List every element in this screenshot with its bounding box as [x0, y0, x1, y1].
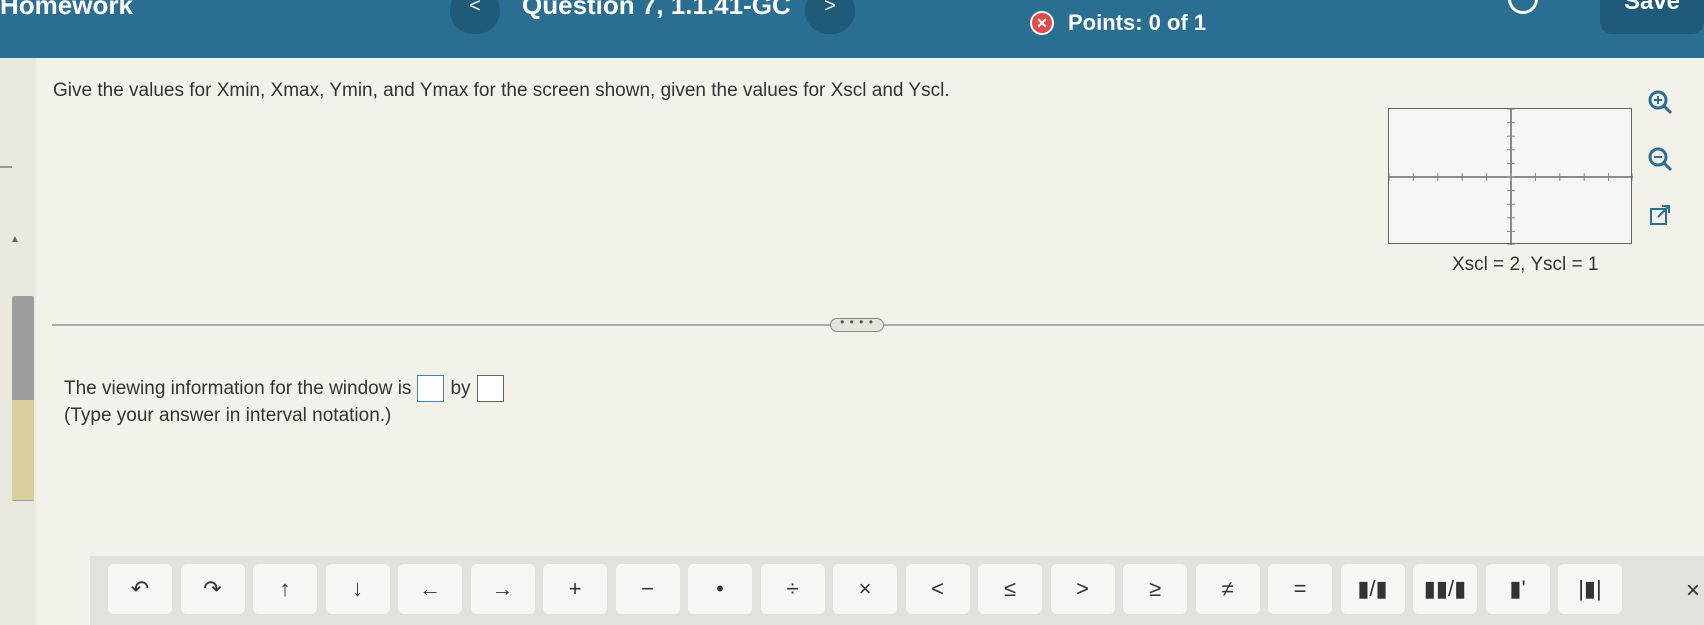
- left-arrow-button[interactable]: ←: [398, 564, 462, 614]
- external-link-icon: [1650, 205, 1670, 225]
- close-toolbar-icon[interactable]: ×: [1686, 577, 1700, 605]
- zoom-in-button[interactable]: [1642, 84, 1678, 120]
- save-button[interactable]: Save: [1600, 0, 1704, 34]
- not-equal-button[interactable]: ≠: [1195, 564, 1260, 614]
- answer-lead-text: The viewing information for the window i…: [64, 377, 412, 399]
- zoom-out-button[interactable]: [1642, 141, 1678, 177]
- y-interval-input[interactable]: [476, 375, 504, 402]
- answer-row: The viewing information for the window i…: [64, 375, 510, 402]
- fraction-button[interactable]: ▮/▮: [1340, 564, 1405, 614]
- down-arrow-button[interactable]: ↓: [325, 564, 390, 614]
- resize-handle[interactable]: • • • •: [830, 316, 884, 332]
- divide-button[interactable]: ÷: [760, 564, 825, 614]
- rail-divider: [0, 166, 12, 168]
- next-question-button[interactable]: >: [805, 0, 855, 34]
- times-button[interactable]: ×: [833, 564, 897, 614]
- scale-label: Xscl = 2, Yscl = 1: [1452, 254, 1599, 275]
- x-interval-input[interactable]: [417, 375, 445, 402]
- dot-button[interactable]: •: [688, 564, 752, 614]
- collapse-arrow-icon[interactable]: ▲: [10, 234, 20, 245]
- by-label: by: [450, 377, 471, 399]
- greater-equal-button[interactable]: ≥: [1123, 564, 1187, 614]
- previous-question-button[interactable]: <: [450, 0, 500, 34]
- exponent-button[interactable]: ▮': [1485, 564, 1550, 614]
- answer-hint: (Type your answer in interval notation.): [64, 405, 392, 426]
- zoom-in-icon: [1648, 90, 1673, 115]
- incorrect-icon: ✕: [1030, 11, 1054, 35]
- absolute-value-button[interactable]: |▮|: [1558, 564, 1622, 614]
- mixed-number-button[interactable]: ▮▮/▮: [1413, 564, 1477, 614]
- points-label: Points: 0 of 1: [1068, 10, 1207, 35]
- less-equal-button[interactable]: ≤: [978, 564, 1042, 614]
- zoom-out-icon: [1648, 147, 1673, 172]
- points-status: ✕ Points: 0 of 1: [1030, 10, 1206, 36]
- scroll-highlight: [12, 400, 34, 500]
- chevron-right-icon: >: [824, 0, 836, 17]
- settings-icon[interactable]: [1508, 0, 1538, 14]
- question-prompt: Give the values for Xmin, Xmax, Ymin, an…: [53, 80, 950, 101]
- redo-button[interactable]: ↷: [180, 564, 245, 614]
- app-title: Homework: [0, 0, 133, 20]
- equals-button[interactable]: =: [1268, 564, 1332, 614]
- chevron-left-icon: <: [469, 0, 481, 17]
- minus-button[interactable]: −: [615, 564, 680, 614]
- graph-axes: [1389, 109, 1633, 245]
- question-title: Question 7, 1.1.41-GC: [522, 0, 791, 20]
- plus-button[interactable]: +: [543, 564, 607, 614]
- graph-window: [1388, 108, 1633, 245]
- less-than-button[interactable]: <: [905, 564, 970, 614]
- header-bar: Homework < Question 7, 1.1.41-GC > ✕ Poi…: [0, 0, 1704, 58]
- undo-button[interactable]: ↶: [108, 564, 172, 614]
- greater-than-button[interactable]: >: [1050, 564, 1115, 614]
- right-arrow-button[interactable]: →: [470, 564, 535, 614]
- popout-button[interactable]: [1642, 197, 1678, 233]
- up-arrow-button[interactable]: ↑: [253, 564, 317, 614]
